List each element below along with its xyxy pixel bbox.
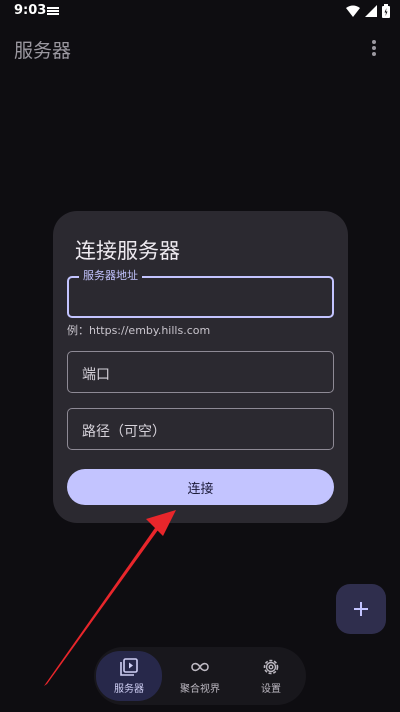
nav-item-settings[interactable]: 设置 xyxy=(238,651,304,701)
more-options-icon[interactable] xyxy=(366,38,382,58)
nav-label-aggregate: 聚合视界 xyxy=(180,684,220,695)
dialog-title: 连接服务器 xyxy=(75,239,180,263)
gear-icon xyxy=(263,659,279,675)
nav-item-server[interactable]: 服务器 xyxy=(96,651,162,701)
app-bar: 服务器 xyxy=(0,26,400,70)
server-library-icon xyxy=(120,658,138,676)
server-address-helper: 例：https://emby.hills.com xyxy=(67,324,211,337)
port-placeholder: 端口 xyxy=(82,367,110,383)
battery-icon xyxy=(382,4,390,18)
signal-icon xyxy=(365,5,377,17)
screen: 9:03 服务器 连接服务器 服务器地址 例：https://emby.hill… xyxy=(0,0,400,712)
infinity-icon xyxy=(191,662,209,672)
status-bar: 9:03 xyxy=(0,0,400,24)
plus-icon xyxy=(354,602,368,616)
page-title: 服务器 xyxy=(14,40,72,62)
notification-icon xyxy=(47,7,59,15)
path-placeholder: 路径（可空） xyxy=(82,424,166,440)
port-field[interactable]: 端口 xyxy=(67,351,334,393)
nav-label-settings: 设置 xyxy=(261,684,281,695)
status-icons xyxy=(346,4,390,18)
connect-button[interactable]: 连接 xyxy=(67,469,334,505)
bottom-nav: 服务器 聚合视界 设置 xyxy=(94,647,306,705)
path-field[interactable]: 路径（可空） xyxy=(67,408,334,450)
connect-server-dialog: 连接服务器 服务器地址 例：https://emby.hills.com 端口 … xyxy=(53,211,348,523)
wifi-icon xyxy=(346,5,360,17)
server-address-label: 服务器地址 xyxy=(79,269,142,283)
status-time: 9:03 xyxy=(14,3,47,18)
nav-label-server: 服务器 xyxy=(114,684,144,695)
server-address-field[interactable]: 服务器地址 xyxy=(67,269,334,318)
add-server-button[interactable] xyxy=(336,584,386,634)
nav-item-aggregate[interactable]: 聚合视界 xyxy=(167,651,233,701)
